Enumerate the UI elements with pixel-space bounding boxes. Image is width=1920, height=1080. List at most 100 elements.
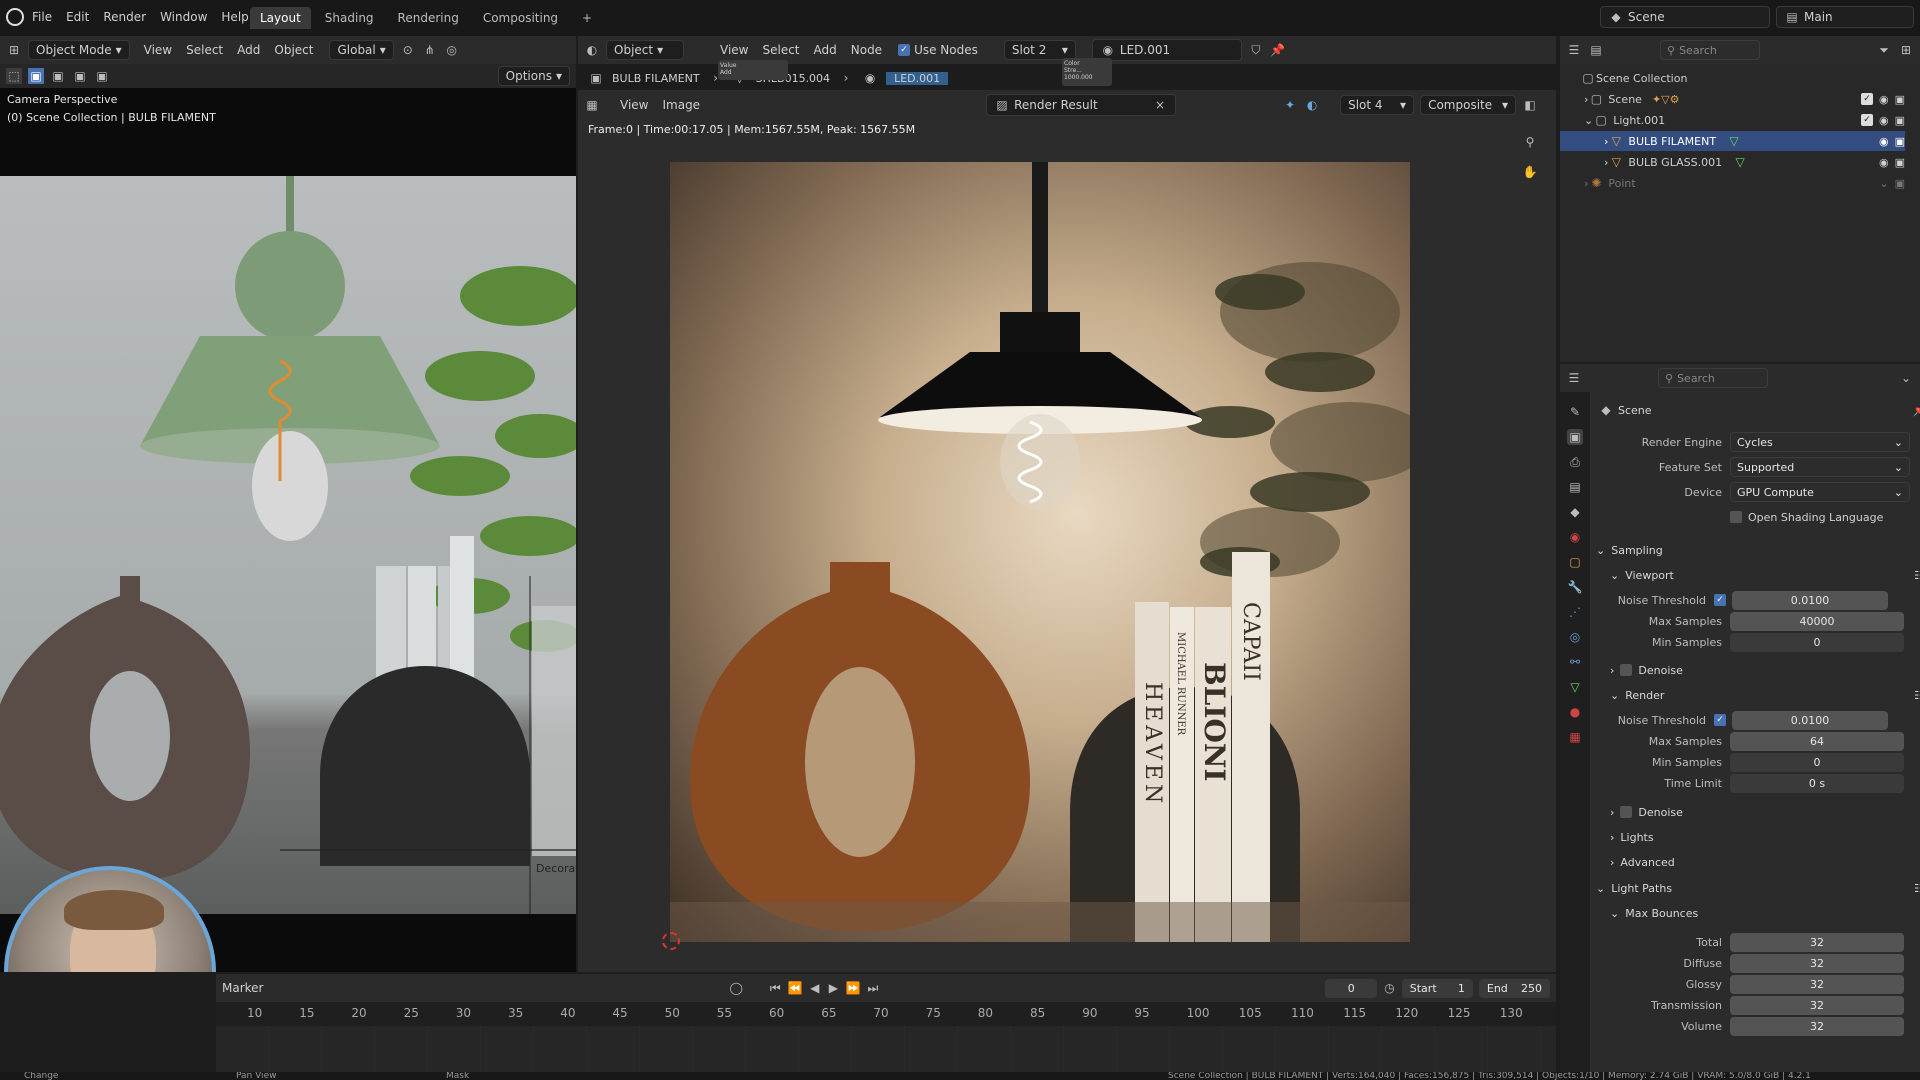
- r-denoise-checkbox[interactable]: [1620, 806, 1633, 818]
- pivot-icon[interactable]: ⊙: [400, 42, 416, 58]
- breadcrumb-object[interactable]: BULB FILAMENT: [612, 72, 700, 85]
- tab-shading[interactable]: Shading: [315, 7, 384, 29]
- properties-type-icon[interactable]: ☰: [1566, 370, 1582, 386]
- vp-denoise-checkbox[interactable]: [1620, 664, 1633, 676]
- menu-render[interactable]: Render: [103, 10, 146, 24]
- proportional-icon[interactable]: ◎: [444, 42, 460, 58]
- select-box-icon[interactable]: ▣: [28, 68, 44, 84]
- render-engine-dropdown[interactable]: Cycles ⌄: [1730, 432, 1910, 452]
- vp-noise-field[interactable]: 0.0100: [1732, 590, 1888, 610]
- list-icon[interactable]: ☷: [1914, 689, 1920, 702]
- jump-start-icon[interactable]: ⏮: [769, 980, 782, 996]
- glossy-bounces-field[interactable]: 32: [1730, 974, 1904, 994]
- select-subtract-icon[interactable]: ▣: [72, 68, 88, 84]
- outliner-item-point[interactable]: › ✺ Point ⌄ ▣: [1560, 173, 1905, 193]
- properties-editor[interactable]: ☰ ⚲ Search ⌄ ✎ ▣ ⎙ ▤ ◆ ◉ ▢ 🔧 ⋰ ◎ ⚯ ▽ ● ▦ …: [1560, 364, 1920, 1080]
- scene-selector[interactable]: ◆ Scene: [1600, 6, 1770, 28]
- visibility-eye-icon[interactable]: ◉: [1879, 93, 1889, 106]
- menu-file[interactable]: File: [32, 10, 52, 24]
- ne-menu-add[interactable]: Add: [814, 43, 837, 57]
- diffuse-bounces-field[interactable]: 32: [1730, 953, 1904, 973]
- vp-menu-add[interactable]: Add: [237, 43, 260, 57]
- select-extend-icon[interactable]: ▣: [50, 68, 66, 84]
- chevron-down-icon[interactable]: ⌄: [1898, 370, 1914, 386]
- node-emission[interactable]: Color Stre... 1000.000: [1062, 58, 1112, 86]
- view-layer-selector[interactable]: ▤ Main: [1776, 6, 1914, 28]
- visibility-eye-icon[interactable]: ◉: [1879, 114, 1889, 127]
- viewport-subpanel[interactable]: ⌄ Viewport ☷: [1610, 565, 1920, 585]
- node-value[interactable]: Value Add: [718, 60, 788, 80]
- data-tab-icon[interactable]: ▽: [1567, 679, 1583, 695]
- visibility-eye-icon[interactable]: ◉: [1879, 135, 1889, 148]
- transform-orientation-dropdown[interactable]: Global ▾: [329, 40, 394, 60]
- r-max-samples-field[interactable]: 64: [1730, 731, 1904, 751]
- viewport-3d[interactable]: ⊞ Object Mode ▾ View Select Add Object G…: [0, 36, 576, 972]
- gizmo-icon[interactable]: ✦: [1282, 97, 1298, 113]
- volume-bounces-field[interactable]: 32: [1730, 1016, 1904, 1036]
- editor-type-icon[interactable]: ⊞: [6, 42, 22, 58]
- time-limit-field[interactable]: 0 s: [1730, 773, 1904, 793]
- options-dropdown[interactable]: Options ▾: [497, 66, 570, 86]
- render-camera-icon[interactable]: ▣: [1895, 114, 1905, 127]
- properties-search-input[interactable]: ⚲ Search: [1658, 368, 1768, 388]
- sampling-panel[interactable]: ⌄ Sampling: [1596, 540, 1920, 560]
- image-selector[interactable]: ▨ Render Result ×: [986, 94, 1177, 116]
- vp-menu-view[interactable]: View: [144, 43, 172, 57]
- include-checkbox[interactable]: ✓: [1860, 93, 1873, 105]
- view-layer-tab-icon[interactable]: ▤: [1567, 479, 1583, 495]
- visibility-eye-icon[interactable]: ⌄: [1879, 177, 1888, 190]
- vp-noise-checkbox[interactable]: ✓: [1714, 594, 1726, 606]
- object-type-dropdown[interactable]: Object ▾: [606, 40, 684, 60]
- device-dropdown[interactable]: GPU Compute ⌄: [1730, 482, 1910, 502]
- select-tool-icon[interactable]: ⬚: [6, 68, 22, 84]
- tab-layout[interactable]: Layout: [250, 7, 311, 29]
- tab-compositing[interactable]: Compositing: [473, 7, 568, 29]
- osl-checkbox[interactable]: [1730, 511, 1742, 523]
- tab-rendering[interactable]: Rendering: [388, 7, 469, 29]
- outliner-root[interactable]: ▢ Scene Collection: [1560, 68, 1905, 88]
- list-icon[interactable]: ☷: [1914, 882, 1920, 895]
- blender-logo-icon[interactable]: [6, 8, 24, 26]
- display-channels-icon[interactable]: ◧: [1522, 97, 1538, 113]
- material-selector[interactable]: ◉ LED.001: [1091, 39, 1242, 61]
- physics-tab-icon[interactable]: ◎: [1567, 629, 1583, 645]
- include-checkbox[interactable]: ✓: [1860, 114, 1873, 126]
- outliner-item-scene[interactable]: › ▢ Scene ✦▽⚙ ✓ ◉ ▣: [1560, 89, 1905, 109]
- vp-menu-select[interactable]: Select: [186, 43, 223, 57]
- autokey-icon[interactable]: ◯: [729, 980, 742, 996]
- image-editor-type-icon[interactable]: ▦: [584, 97, 600, 113]
- filter-icon[interactable]: ⏷: [1876, 42, 1892, 58]
- vp-max-samples-field[interactable]: 40000: [1730, 611, 1904, 631]
- r-min-samples-field[interactable]: 0: [1730, 752, 1904, 772]
- output-tab-icon[interactable]: ⎙: [1567, 454, 1583, 470]
- scene-tab-icon[interactable]: ◆: [1567, 504, 1583, 520]
- timeline-tracks[interactable]: [216, 1026, 1556, 1072]
- world-tab-icon[interactable]: ◉: [1567, 529, 1583, 545]
- outliner[interactable]: ☰ ▤ ⚲ Search ⏷ ⊞ ▢ Scene Collection › ▢ S…: [1560, 36, 1920, 362]
- advanced-subpanel[interactable]: › Advanced: [1610, 852, 1920, 872]
- ne-menu-view[interactable]: View: [720, 43, 748, 57]
- r-noise-field[interactable]: 0.0100: [1732, 710, 1888, 730]
- timeline-ruler[interactable]: 10 15 20 25 30 35 40 45 50 55 60 65 70 75 80 85 90 95 100 1…: [216, 1002, 1556, 1026]
- ie-menu-image[interactable]: Image: [662, 98, 700, 112]
- menu-help[interactable]: Help: [221, 10, 248, 24]
- transmission-bounces-field[interactable]: 32: [1730, 995, 1904, 1015]
- object-mode-dropdown[interactable]: Object Mode ▾: [28, 40, 130, 60]
- total-bounces-field[interactable]: 32: [1730, 932, 1904, 952]
- zoom-icon[interactable]: ⚲: [1522, 134, 1538, 150]
- menu-window[interactable]: Window: [160, 10, 207, 24]
- outliner-item-light[interactable]: ⌄ ▢ Light.001 ✓ ◉ ▣: [1560, 110, 1905, 130]
- breadcrumb-material[interactable]: LED.001: [886, 71, 949, 85]
- lights-subpanel[interactable]: › Lights: [1610, 827, 1920, 847]
- close-icon[interactable]: ×: [1152, 97, 1168, 113]
- fake-user-icon[interactable]: ⛉: [1248, 42, 1264, 58]
- clock-icon[interactable]: ◷: [1383, 980, 1396, 996]
- use-nodes-checkbox[interactable]: ✓ Use Nodes: [898, 43, 978, 57]
- material-tab-icon[interactable]: ●: [1567, 704, 1583, 720]
- jump-end-icon[interactable]: ⏭: [867, 980, 880, 996]
- outliner-search-input[interactable]: ⚲ Search: [1660, 40, 1760, 60]
- play-reverse-icon[interactable]: ◀: [808, 980, 821, 996]
- vp-denoise-subpanel[interactable]: › Denoise: [1610, 660, 1920, 680]
- r-denoise-subpanel[interactable]: › Denoise: [1610, 802, 1920, 822]
- outliner-item-bulb-glass[interactable]: › ▽ BULB GLASS.001 ▽ ◉ ▣: [1560, 152, 1905, 172]
